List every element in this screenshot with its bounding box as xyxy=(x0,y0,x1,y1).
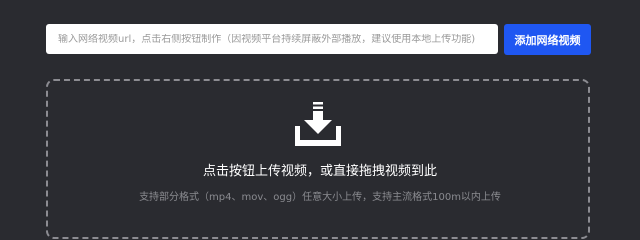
url-input-container xyxy=(46,24,498,54)
add-online-video-button[interactable]: 添加网络视频 xyxy=(504,24,591,55)
drop-zone-hint: 支持部分格式（mp4、mov、ogg）任意大小上传，支持主流格式100m以内上传 xyxy=(139,192,501,203)
video-url-input[interactable] xyxy=(58,33,486,45)
drop-zone-title: 点击按钮上传视频，或直接拖拽视频到此 xyxy=(202,164,437,179)
download-icon xyxy=(295,102,341,146)
